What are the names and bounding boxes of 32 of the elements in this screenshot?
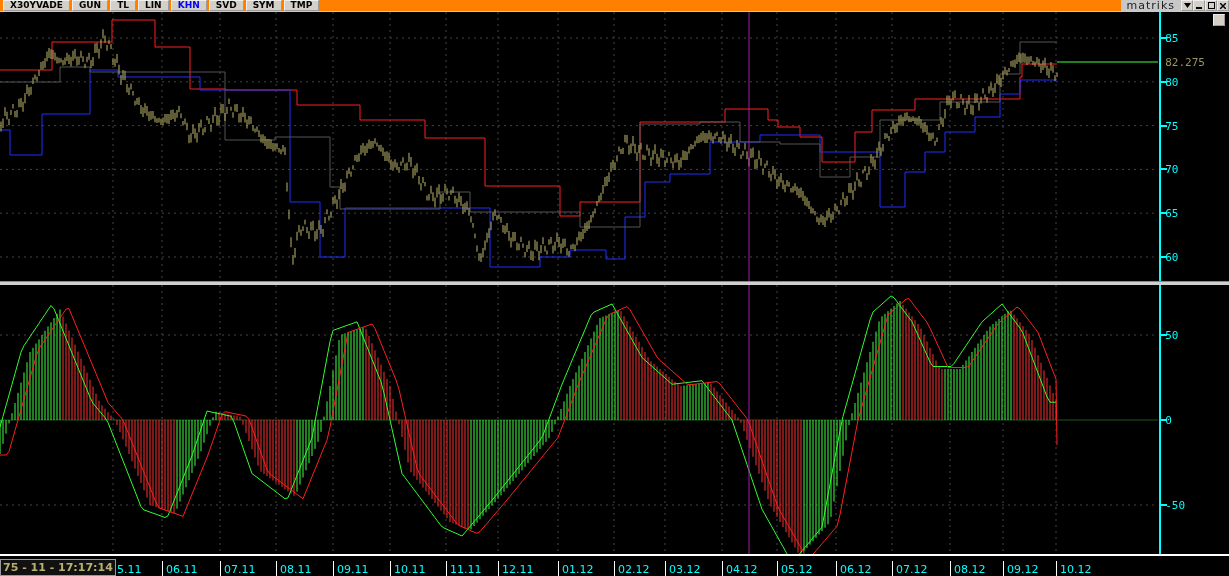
date-label: 06.11 — [162, 560, 198, 576]
logo: matriks — [1120, 0, 1181, 11]
axis-label: 50 — [1165, 328, 1179, 342]
date-label: 08.11 — [276, 560, 312, 576]
date-label: 02.12 — [614, 560, 650, 576]
date-label: 07.11 — [220, 560, 256, 576]
date-label: 04.12 — [722, 560, 758, 576]
date-label: 10.11 — [390, 560, 426, 576]
axis-label: 80 — [1165, 75, 1179, 89]
date-label: 01.12 — [558, 560, 594, 576]
date-label: 03.12 — [665, 560, 701, 576]
restore-button[interactable] — [1213, 13, 1225, 26]
close-icon — [1220, 2, 1226, 9]
maximize-icon — [1207, 2, 1215, 9]
axis-label: 75 — [1165, 119, 1179, 132]
date-label: 07.12 — [892, 560, 928, 576]
date-label: 11.11 — [446, 560, 482, 576]
date-label: 08.12 — [950, 560, 986, 576]
date-label: 09.11 — [333, 560, 369, 576]
date-label: 12.11 — [498, 560, 534, 576]
axis-label: 70 — [1165, 162, 1179, 176]
minimize-button[interactable] — [1193, 0, 1205, 11]
last-price-label: 82.275 — [1165, 55, 1205, 69]
caret-icon — [1183, 3, 1191, 8]
date-label: 06.12 — [836, 560, 872, 576]
date-label: 05.12 — [777, 560, 813, 576]
axis-label: 85 — [1165, 31, 1179, 45]
status-text: 75 - 11 - 17:17:14 — [0, 558, 116, 576]
date-label: 10.12 — [1056, 560, 1092, 576]
date-label: 09.12 — [1003, 560, 1039, 576]
close-button[interactable] — [1217, 0, 1229, 11]
axis-label: -50 — [1165, 498, 1186, 512]
